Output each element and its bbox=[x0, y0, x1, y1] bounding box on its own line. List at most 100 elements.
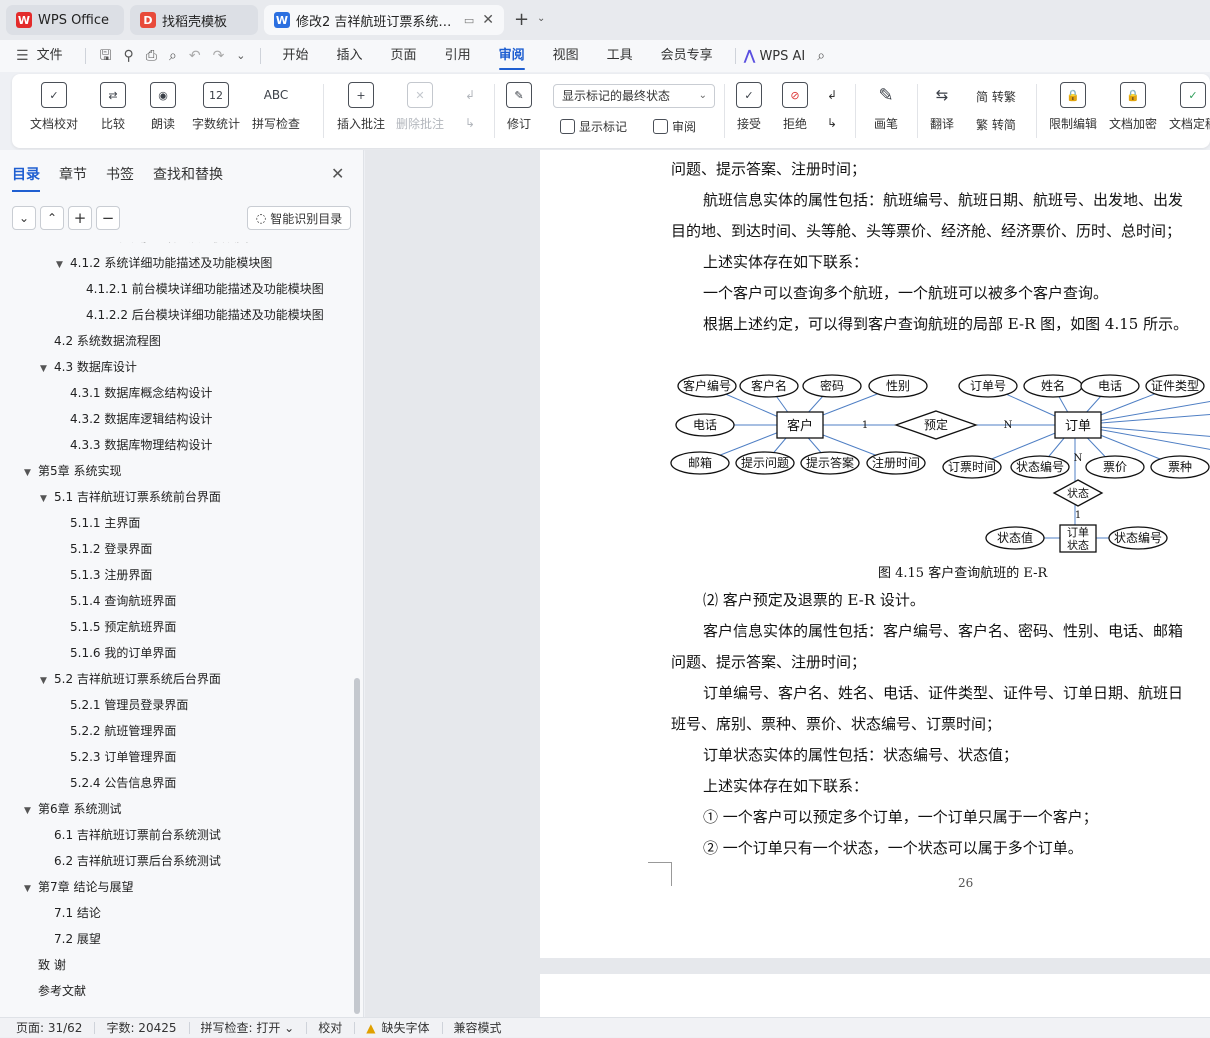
expand-caret-icon[interactable]: ▼ bbox=[40, 486, 54, 512]
toc-item[interactable]: 4.1.2.1 前台模块详细功能描述及功能模块图 bbox=[72, 276, 324, 302]
remove-heading-button[interactable]: − bbox=[96, 206, 120, 230]
to-simplified-button[interactable]: 繁 转简 bbox=[976, 116, 1016, 133]
tab-bookmarks[interactable]: 书签 bbox=[106, 164, 134, 184]
delete-comment-button[interactable]: ✕ 删除批注 bbox=[396, 82, 444, 132]
toc-item[interactable]: 5.2.4 公告信息界面 bbox=[56, 770, 176, 796]
save-icon[interactable]: 🖫 bbox=[94, 40, 118, 72]
toc-item[interactable]: ▼ 第5章 系统实现 bbox=[24, 458, 121, 484]
missing-font-status[interactable]: ▲ 缺失字体 bbox=[354, 1018, 441, 1038]
toc-item[interactable]: 5.1.6 我的订单界面 bbox=[56, 640, 176, 666]
expand-caret-icon[interactable]: ▼ bbox=[40, 668, 54, 694]
toc-item[interactable]: 4.3.3 数据库物理结构设计 bbox=[56, 432, 212, 458]
tab-chapters[interactable]: 章节 bbox=[59, 164, 87, 184]
hamburger-icon[interactable]: ☰ bbox=[0, 40, 35, 72]
tab-docer-templates[interactable]: D 找稻壳模板 bbox=[130, 5, 258, 35]
close-tab-icon[interactable]: ✕ bbox=[482, 12, 494, 28]
undo-icon[interactable]: ↶ bbox=[183, 40, 207, 72]
insert-comment-button[interactable]: + 插入批注 bbox=[337, 82, 385, 132]
toc-item[interactable]: 4.3.1 数据库概念结构设计 bbox=[56, 380, 212, 406]
smart-toc-button[interactable]: ◌ 智能识别目录 bbox=[247, 206, 351, 230]
markup-mode-dropdown[interactable]: 显示标记的最终状态 ⌄ bbox=[553, 84, 715, 108]
revise-button[interactable]: ✎ 修订 bbox=[506, 82, 532, 132]
accept-button[interactable]: ✓ 接受 bbox=[736, 82, 762, 132]
menu-page[interactable]: 页面 bbox=[377, 40, 431, 72]
menu-insert[interactable]: 插入 bbox=[323, 40, 377, 72]
compare-button[interactable]: ⇄ 比较 bbox=[100, 82, 126, 132]
menu-member[interactable]: 会员专享 bbox=[647, 40, 727, 72]
pen-button[interactable]: ✎ 画笔 bbox=[873, 82, 899, 132]
menu-tools[interactable]: 工具 bbox=[593, 40, 647, 72]
toc-item[interactable]: 6.1 吉祥航班订票前台系统测试 bbox=[40, 822, 221, 848]
toc-item[interactable]: 致 谢 bbox=[24, 952, 66, 978]
menu-view[interactable]: 视图 bbox=[539, 40, 593, 72]
toc-item[interactable]: 5.2.2 航班管理界面 bbox=[56, 718, 176, 744]
expand-caret-icon[interactable]: ▼ bbox=[24, 876, 38, 902]
expand-up-button[interactable]: ⌃ bbox=[40, 206, 64, 230]
toc-item[interactable]: 5.1.4 查询航班界面 bbox=[56, 588, 176, 614]
toc-item[interactable]: 6.2 吉祥航班订票后台系统测试 bbox=[40, 848, 221, 874]
menu-references[interactable]: 引用 bbox=[431, 40, 485, 72]
tab-find-replace[interactable]: 查找和替换 bbox=[153, 164, 223, 184]
word-count-status[interactable]: 字数: 20425 bbox=[94, 1018, 188, 1038]
toc-item[interactable]: 5.1.2 登录界面 bbox=[56, 536, 152, 562]
menu-home[interactable]: 开始 bbox=[269, 40, 323, 72]
toc-item[interactable]: 7.1 结论 bbox=[40, 900, 101, 926]
toc-item[interactable]: 5.2.3 订单管理界面 bbox=[56, 744, 176, 770]
next-change-icon[interactable]: ↳ bbox=[827, 116, 837, 130]
tab-list-chevron-icon[interactable]: ⌄ bbox=[537, 13, 545, 24]
toc-item[interactable]: 参考文献 bbox=[24, 978, 86, 1004]
tab-wps-office[interactable]: W WPS Office bbox=[6, 5, 124, 35]
more-chevron-icon[interactable]: ⌄ bbox=[230, 40, 251, 72]
spell-check-button[interactable]: ABC 拼写检查 bbox=[252, 82, 300, 132]
new-tab-icon[interactable]: + bbox=[514, 9, 529, 30]
read-aloud-button[interactable]: ◉ 朗读 bbox=[150, 82, 176, 132]
toc-item[interactable]: 7.2 展望 bbox=[40, 926, 101, 952]
toc-item[interactable]: 4.1.2.2 后台模块详细功能描述及功能模块图 bbox=[72, 302, 324, 328]
share-icon[interactable]: ⚲ bbox=[118, 40, 140, 72]
expand-caret-icon[interactable]: ▼ bbox=[56, 252, 70, 278]
restrict-edit-button[interactable]: 🔒 限制编辑 bbox=[1049, 82, 1097, 132]
doc-finalize-button[interactable]: ✓文档定稿 bbox=[1169, 82, 1210, 132]
tab-toc[interactable]: 目录 bbox=[12, 164, 40, 192]
add-heading-button[interactable]: + bbox=[68, 206, 92, 230]
window-restore-icon[interactable]: ▭ bbox=[464, 14, 474, 27]
to-traditional-button[interactable]: 简 转繁 bbox=[976, 88, 1016, 105]
word-count-button[interactable]: 12 字数统计 bbox=[192, 82, 240, 132]
review-pane-button[interactable]: 审阅 bbox=[653, 118, 696, 135]
menu-review[interactable]: 审阅 bbox=[485, 40, 539, 72]
translate-button[interactable]: ⇆ 翻译 bbox=[929, 82, 955, 132]
toc-item[interactable]: 4.2 系统数据流程图 bbox=[40, 328, 161, 354]
toc-item[interactable]: 4.1.1 系统功能总描述及总模块图 bbox=[56, 242, 248, 250]
toc-item[interactable]: 5.1.3 注册界面 bbox=[56, 562, 152, 588]
toc-scrollbar[interactable] bbox=[354, 678, 360, 1014]
prev-comment-icon[interactable]: ↲ bbox=[465, 88, 475, 102]
expand-caret-icon[interactable]: ▼ bbox=[40, 356, 54, 382]
prev-change-icon[interactable]: ↲ bbox=[827, 88, 837, 102]
toc-item[interactable]: ▼ 第7章 结论与展望 bbox=[24, 874, 133, 900]
print-icon[interactable]: ⎙ bbox=[140, 40, 163, 72]
toc-item[interactable]: ▼ 5.1 吉祥航班订票系统前台界面 bbox=[40, 484, 221, 510]
spell-check-status[interactable]: 拼写检查: 打开 ⌄ bbox=[188, 1018, 307, 1038]
toc-item[interactable]: 5.2.1 管理员登录界面 bbox=[56, 692, 188, 718]
redo-icon[interactable]: ↷ bbox=[207, 40, 231, 72]
toc-item[interactable]: 5.1.5 预定航班界面 bbox=[56, 614, 176, 640]
doc-check-button[interactable]: ✓ 文档校对 bbox=[30, 82, 78, 132]
menu-file[interactable]: 文件 bbox=[35, 40, 77, 72]
next-comment-icon[interactable]: ↳ bbox=[465, 116, 475, 130]
doc-encrypt-button[interactable]: 🔒 文档加密 bbox=[1109, 82, 1157, 132]
tab-current-document[interactable]: W 修改2 吉祥航班订票系统的设计 ▭ ✕ bbox=[264, 5, 504, 35]
wps-ai-button[interactable]: WPS AI bbox=[759, 49, 805, 64]
reject-button[interactable]: ⊘ 拒绝 bbox=[782, 82, 808, 132]
expand-caret-icon[interactable]: ▼ bbox=[24, 460, 38, 486]
show-markup-button[interactable]: 显示标记 bbox=[560, 118, 627, 135]
collapse-all-button[interactable]: ⌄ bbox=[12, 206, 36, 230]
toc-item[interactable]: ▼ 4.1.2 系统详细功能描述及功能模块图 bbox=[56, 250, 272, 276]
toc-item[interactable]: 5.1.1 主界面 bbox=[56, 510, 140, 536]
toc-item[interactable]: ▼ 4.3 数据库设计 bbox=[40, 354, 137, 380]
page-indicator[interactable]: 页面: 31/62 bbox=[0, 1018, 94, 1038]
print-preview-icon[interactable]: ⌕ bbox=[163, 40, 183, 72]
proofread-status[interactable]: 校对 bbox=[306, 1018, 354, 1038]
toc-item[interactable]: 4.3.2 数据库逻辑结构设计 bbox=[56, 406, 212, 432]
expand-caret-icon[interactable]: ▼ bbox=[24, 798, 38, 824]
search-icon[interactable]: ⌕ bbox=[811, 40, 831, 72]
